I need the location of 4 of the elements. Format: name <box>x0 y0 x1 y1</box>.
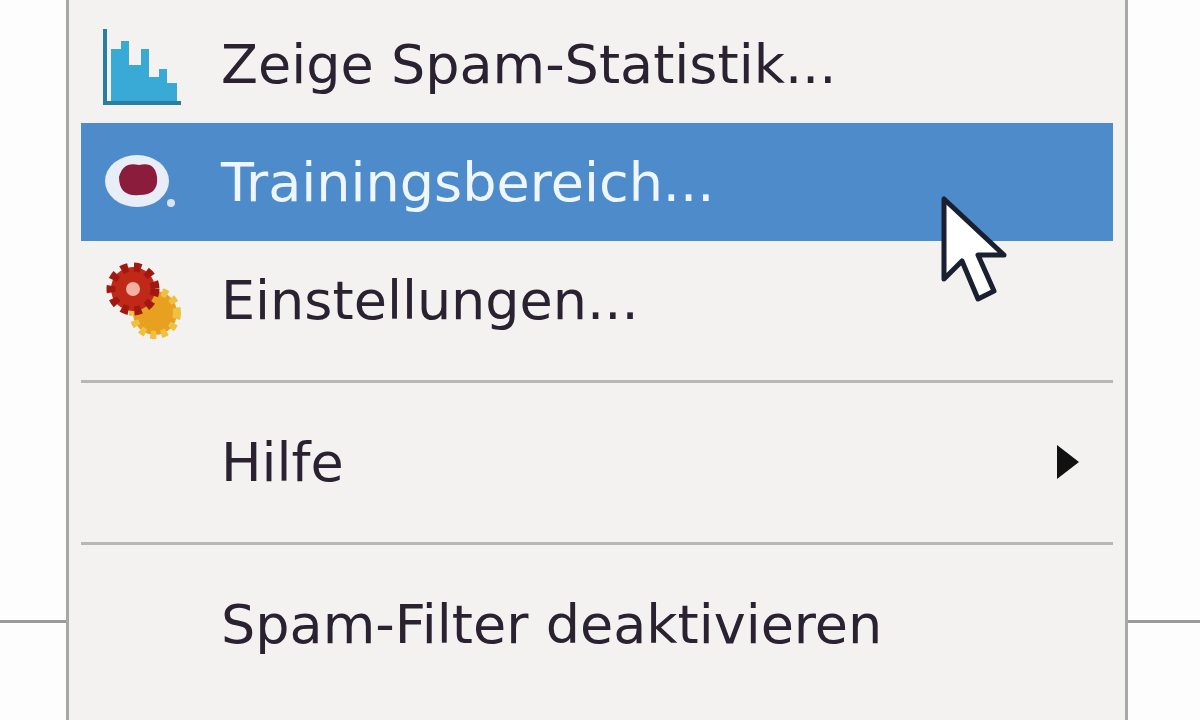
menu-item[interactable]: Zeige Spam-Statistik... <box>81 5 1113 123</box>
menu-item[interactable]: Hilfe <box>81 403 1113 521</box>
menu-item[interactable]: Einstellungen... <box>81 241 1113 359</box>
menu-item[interactable]: Spam-Filter deaktivieren <box>81 565 1113 683</box>
